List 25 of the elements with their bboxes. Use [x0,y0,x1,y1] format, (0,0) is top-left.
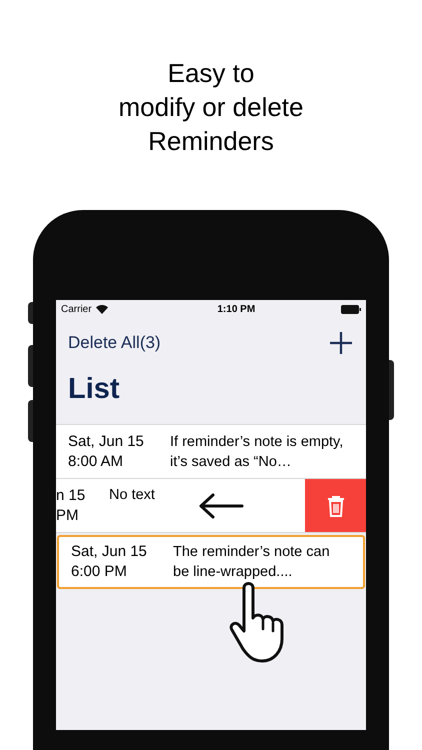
battery-icon [340,304,361,314]
note-text: If reminder’s note is empty, it’s saved as “No… [170,432,344,472]
date-text: n 15 [56,486,86,506]
note-text: No text [109,486,156,505]
headline-text: modify or delete [118,91,304,124]
list-title: List [67,372,121,407]
headline-text: Reminders [148,125,274,158]
time-text: 8:00 AM [68,452,124,472]
carrier-text: Carrier [61,302,92,316]
trash-icon [326,494,344,516]
plus-icon[interactable] [330,332,352,354]
time-text: 6:00 PM [71,562,128,582]
list-row[interactable]: Sat, Jun 15 6:00 PM The reminder’s note can be line-wrapped.... [57,535,365,589]
delete-all-button[interactable]: Delete All(3) [68,330,161,356]
delete-button[interactable] [305,479,366,532]
list-row[interactable]: Sat, Jun 15 8:00 AM If reminder’s note is empty, it’s saved as “No… [56,425,366,479]
note-text: The reminder’s note can be line-wrapped.... [173,543,331,582]
time-text: PM [56,506,80,526]
date-text: Sat, Jun 15 [71,542,148,562]
headline-text: Easy to [168,57,254,90]
list-row[interactable]: n 15 PM No text [56,479,366,533]
date-text: Sat, Jun 15 [68,432,145,452]
left-arrow-icon [198,493,244,519]
wifi-icon [96,304,108,314]
clock-text: 1:10 PM [217,302,256,316]
